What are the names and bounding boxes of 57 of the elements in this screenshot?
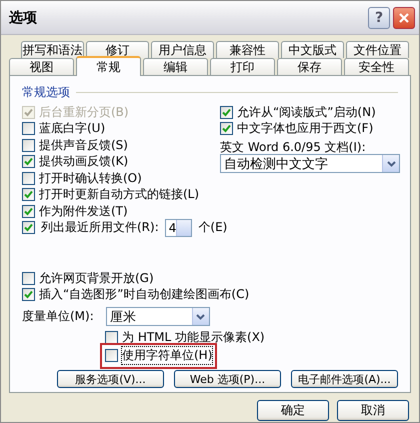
checkbox[interactable]	[105, 349, 118, 362]
field-label: 英文 Word 6.0/95 文档(I):	[220, 139, 367, 154]
option-label: 列出最近所用文件(R):	[41, 219, 159, 236]
checkbox[interactable]	[22, 155, 35, 168]
help-button[interactable]: ?	[368, 6, 390, 28]
tab[interactable]: 文件位置	[346, 41, 409, 58]
tab[interactable]: 修订	[86, 41, 149, 58]
tab[interactable]: 安全性	[344, 58, 409, 75]
tab[interactable]: 兼容性	[216, 41, 279, 58]
checkbox[interactable]	[22, 221, 35, 234]
checkbox[interactable]	[22, 288, 35, 302]
checkbox[interactable]	[105, 330, 118, 344]
option-label: 提供声音反馈(S)	[39, 136, 128, 154]
option-label: 作为附件发送(T)	[39, 202, 128, 220]
option-label: 蓝底白字(U)	[39, 120, 106, 138]
window-title: 选项	[9, 8, 38, 26]
option-label: 允许从“阅读版式”启动(N)	[237, 104, 376, 121]
tab[interactable]: 拼写和语法	[21, 41, 84, 58]
unit-dropdown[interactable]: 厘米	[106, 307, 210, 326]
option-label: 打开时确认转换(O)	[39, 170, 142, 187]
option-label: 打开时更新自动方式的链接(L)	[39, 186, 200, 204]
checkbox[interactable]	[22, 272, 35, 285]
tab[interactable]: 用户信息	[151, 41, 214, 58]
close-icon	[398, 12, 410, 24]
checkbox[interactable]	[22, 122, 35, 136]
close-button[interactable]	[393, 6, 415, 28]
encoding-dropdown[interactable]: 自动检测中文文字	[220, 154, 400, 173]
checkbox[interactable]	[22, 188, 35, 202]
options-button[interactable]: Web 选项(P)...	[174, 370, 281, 388]
option-label: 使用字符单位(H)	[122, 347, 212, 364]
option-label: 允许网页背景开放(G)	[39, 270, 154, 287]
caret-icon	[192, 308, 209, 325]
option-label: 为 HTML 功能显示像素(X)	[122, 328, 265, 346]
dialog-button[interactable]: 取消	[337, 400, 409, 421]
options-button[interactable]: 电子邮件选项(A)...	[291, 370, 398, 388]
option-label: 后台重新分页(B)	[39, 104, 129, 121]
number-spinner[interactable]: 4	[164, 218, 192, 237]
option-label: 插入“自选图形”时自动创建绘图画布(C)	[39, 286, 250, 304]
checkbox[interactable]	[22, 172, 35, 185]
field-label: 度量单位(M):	[22, 308, 94, 325]
tab[interactable]: 中文版式	[281, 41, 344, 58]
group-title: 常规选项	[22, 84, 70, 101]
checkbox[interactable]	[22, 204, 35, 218]
dialog-button[interactable]: 确定	[257, 400, 329, 421]
tab[interactable]: 视图	[9, 58, 74, 75]
tab[interactable]: 保存	[277, 58, 342, 75]
checkbox[interactable]	[220, 122, 233, 136]
tab[interactable]: 常规	[76, 56, 141, 76]
tab[interactable]: 编辑	[143, 58, 208, 75]
unit-label: 个(E)	[198, 219, 228, 236]
checkbox[interactable]	[22, 138, 35, 152]
option-label: 中文字体也应用于西文(F)	[237, 120, 374, 138]
tab[interactable]: 打印	[210, 58, 275, 75]
option-label: 提供动画反馈(K)	[39, 153, 128, 170]
caret-icon	[382, 155, 399, 172]
checkbox[interactable]	[220, 106, 233, 119]
options-button[interactable]: 服务选项(V)...	[57, 370, 164, 388]
